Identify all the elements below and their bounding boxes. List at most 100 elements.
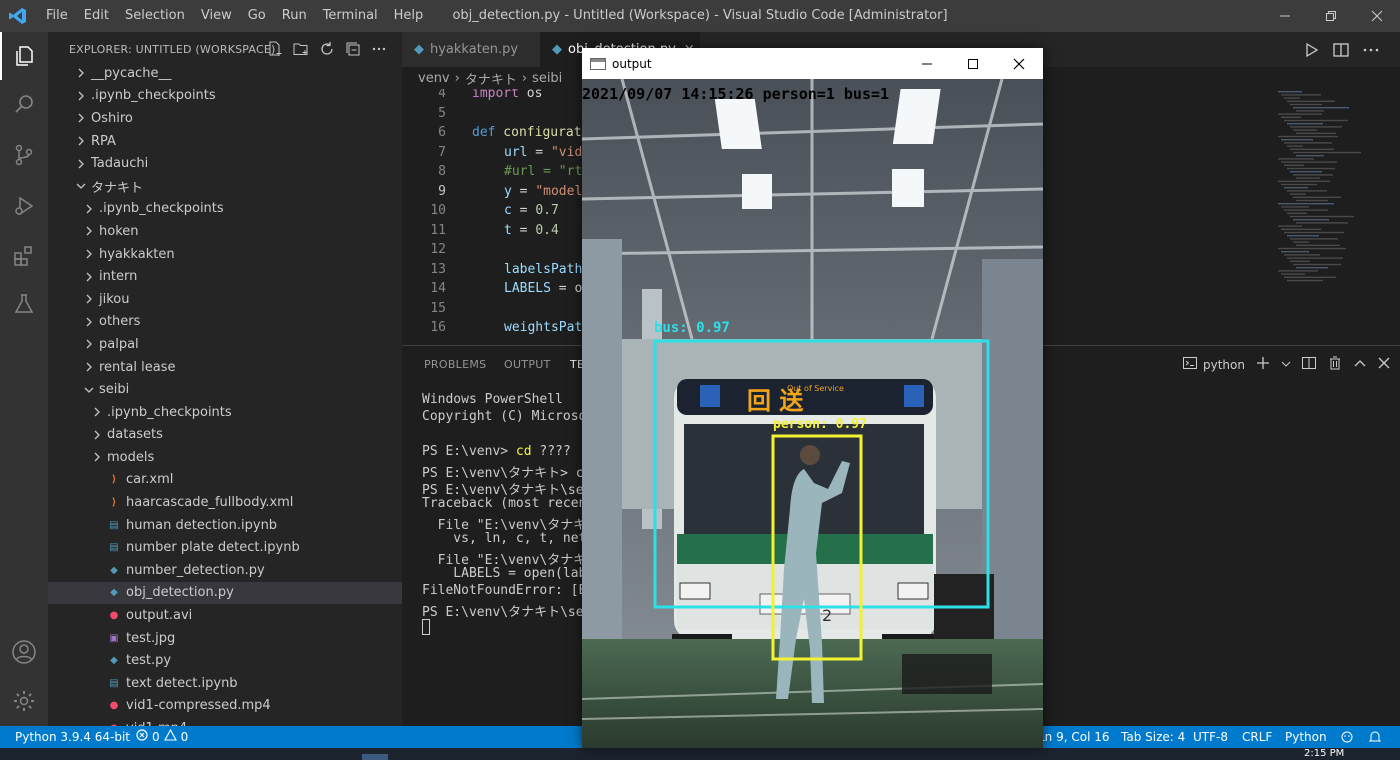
output-close-button[interactable] [996,48,1042,79]
menu-go[interactable]: Go [240,0,274,32]
breadcrumb-item[interactable]: venv [418,71,450,86]
tree-folder[interactable]: hyakkakten [48,243,402,266]
tree-folder[interactable]: models [48,446,402,469]
tree-folder[interactable]: RPA [48,130,402,153]
terminal-line: PS E:\venv\タナキト\se [422,604,584,620]
breadcrumb-item[interactable]: タナキト [465,69,517,88]
tree-item-label: Oshiro [91,110,133,126]
tree-folder[interactable]: タナキト [48,175,402,198]
explorer-icon[interactable] [0,32,48,80]
menu-view[interactable]: View [193,0,240,32]
menu-edit[interactable]: Edit [76,0,117,32]
minimap[interactable] [1276,89,1386,289]
editor-more-icon[interactable] [1362,41,1380,63]
code-line: weightsPat [504,320,583,335]
extensions-icon[interactable] [0,232,48,280]
tab-hyakkaten[interactable]: ◆ hyakkaten.py [402,32,540,67]
line-number: 13 [430,261,446,277]
tree-folder[interactable]: Oshiro [48,107,402,130]
tree-file[interactable]: ● vid1-compressed.mp4 [48,695,402,718]
line-ending[interactable]: CRLF [1242,726,1272,748]
tree-file[interactable]: ▤ number plate detect.ipynb [48,536,402,559]
tree-folder[interactable]: jikou [48,288,402,311]
language-mode[interactable]: Python [1285,726,1327,748]
output-window[interactable]: output 回 送 Out of Service 2 2021/09/07 1… [582,48,1043,748]
output-maximize-button[interactable] [950,48,996,79]
refresh-icon[interactable] [318,40,336,58]
cursor-position[interactable]: Ln 9, Col 16 [1038,726,1110,748]
menu-file[interactable]: File [38,0,76,32]
tree-folder[interactable]: Tadauchi [48,152,402,175]
editor-actions [1302,41,1380,63]
new-folder-icon[interactable] [292,40,310,58]
new-file-icon[interactable] [266,40,284,58]
indentation[interactable]: Tab Size: 4 [1121,726,1185,748]
chevron-right-icon [81,226,97,236]
tree-file[interactable]: ⟩ car.xml [48,469,402,492]
run-debug-icon[interactable] [0,182,48,230]
tree-file[interactable]: ◆ number_detection.py [48,559,402,582]
tree-file[interactable]: ● output.avi [48,604,402,627]
tree-folder[interactable]: others [48,311,402,334]
restore-button[interactable] [1308,0,1354,32]
run-file-icon[interactable] [1302,41,1320,63]
problems-indicator[interactable]: 0 0 [136,726,188,748]
chevron-down-icon[interactable] [1281,358,1291,372]
title-bar: File Edit Selection View Go Run Terminal Help o… [0,0,1400,32]
tab-output[interactable]: OUTPUT [504,358,551,371]
taskbar-app-icon[interactable] [362,754,388,760]
terminal-output[interactable]: Windows PowerShell Copyright (C) Microsof… [422,392,595,636]
encoding[interactable]: UTF-8 [1193,726,1228,748]
tree-file[interactable]: ▣ test.jpg [48,627,402,650]
menu-selection[interactable]: Selection [117,0,193,32]
chevron-right-icon [81,317,97,327]
menu-terminal[interactable]: Terminal [315,0,386,32]
settings-gear-icon[interactable] [0,677,48,725]
terminal-line: PS E:\venv> cd ???? [422,444,571,460]
line-number: 8 [438,164,446,179]
tree-folder[interactable]: intern [48,265,402,288]
tree-file[interactable]: ●vid1.mp4 [48,717,402,726]
minimize-button[interactable] [1262,0,1308,32]
add-terminal-icon[interactable] [1255,355,1271,374]
tree-item-label: number plate detect.ipynb [126,540,300,556]
close-button[interactable] [1354,0,1400,32]
kill-terminal-icon[interactable] [1327,355,1343,374]
tree-folder[interactable]: .ipynb_checkpoints [48,198,402,221]
menu-run[interactable]: Run [274,0,315,32]
menu-help[interactable]: Help [386,0,432,32]
terminal-line: vs, ln, c, t, net, [422,531,595,547]
accounts-icon[interactable] [0,628,48,676]
tree-item-label: Tadauchi [91,156,149,172]
close-panel-icon[interactable] [1377,356,1391,373]
source-control-icon[interactable] [0,131,48,179]
tree-file[interactable]: ▤ human detection.ipynb [48,514,402,537]
tab-problems[interactable]: PROBLEMS [424,358,486,371]
tree-file[interactable]: ⟩ haarcascade_fullbody.xml [48,491,402,514]
tree-folder[interactable]: __pycache__ [48,62,402,85]
tree-item-label: .ipynb_checkpoints [99,201,224,217]
split-terminal-icon[interactable] [1301,355,1317,374]
testing-flask-icon[interactable] [0,280,48,328]
tree-folder[interactable]: .ipynb_checkpoints [48,85,402,108]
tree-folder[interactable]: palpal [48,333,402,356]
search-icon[interactable] [0,80,48,128]
collapse-all-icon[interactable] [344,40,362,58]
output-minimize-button[interactable] [904,48,950,79]
tree-folder[interactable]: seibi [48,378,402,401]
more-actions-icon[interactable] [370,40,388,58]
maximize-panel-icon[interactable] [1353,356,1367,373]
tree-folder[interactable]: datasets [48,424,402,447]
terminal-selector[interactable]: python [1182,355,1245,374]
tree-file[interactable]: ◆ obj_detection.py [48,581,402,605]
python-interpreter[interactable]: Python 3.9.4 64-bit [15,726,130,748]
tree-folder[interactable]: .ipynb_checkpoints [48,401,402,424]
tree-folder[interactable]: rental lease [48,356,402,379]
breadcrumb-item[interactable]: seibi [532,71,562,86]
tree-file[interactable]: ▤ text detect.ipynb [48,672,402,695]
tree-folder[interactable]: hoken [48,220,402,243]
split-editor-icon[interactable] [1332,41,1350,63]
tree-file[interactable]: ◆ test.py [48,649,402,672]
notebook-file-icon: ▤ [109,542,119,554]
output-window-titlebar[interactable]: output [582,48,1043,79]
